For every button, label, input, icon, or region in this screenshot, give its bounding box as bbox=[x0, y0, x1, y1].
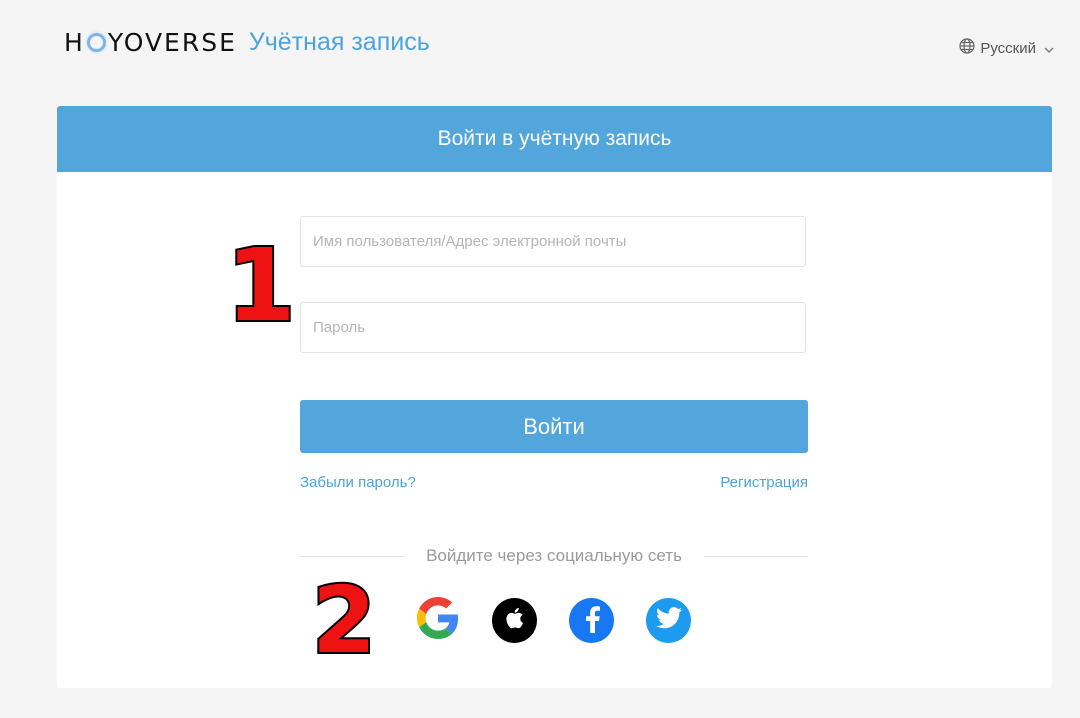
hoyoverse-logo[interactable]: H YOVERSE Учётная запись bbox=[64, 28, 430, 57]
divider-line-left bbox=[300, 555, 405, 557]
password-field-wrapper bbox=[300, 302, 806, 353]
annotation-number-2: 2 bbox=[310, 567, 378, 674]
logo-wordmark: H YOVERSE bbox=[64, 28, 237, 57]
annotation-number-1: 1 bbox=[224, 227, 298, 344]
divider-line-right bbox=[703, 555, 809, 557]
username-input[interactable] bbox=[301, 217, 805, 266]
login-links: Забыли пароль? Регистрация bbox=[300, 474, 808, 491]
twitter-icon bbox=[655, 607, 682, 634]
forgot-password-link[interactable]: Забыли пароль? bbox=[300, 474, 416, 491]
facebook-login-button[interactable] bbox=[569, 598, 614, 643]
register-link[interactable]: Регистрация bbox=[720, 474, 808, 491]
apple-icon bbox=[504, 606, 526, 635]
chevron-down-icon bbox=[1044, 40, 1054, 57]
social-divider: Войдите через социальную сеть bbox=[300, 546, 809, 566]
language-selector[interactable]: Русский bbox=[959, 38, 1054, 58]
password-input[interactable] bbox=[301, 303, 805, 352]
logo-subtitle: Учётная запись bbox=[248, 28, 430, 56]
login-card-header: Войти в учётную запись bbox=[57, 106, 1052, 172]
language-label: Русский bbox=[980, 39, 1036, 57]
google-icon bbox=[416, 597, 459, 644]
logo-ring-icon bbox=[86, 33, 106, 52]
login-card: Войти в учётную запись Войти Забыли паро… bbox=[57, 106, 1052, 688]
google-login-button[interactable] bbox=[415, 597, 460, 644]
twitter-login-button[interactable] bbox=[646, 598, 691, 643]
username-field-wrapper bbox=[300, 216, 806, 267]
globe-icon bbox=[959, 38, 975, 58]
top-bar: H YOVERSE Учётная запись Русский bbox=[0, 0, 1080, 90]
login-button[interactable]: Войти bbox=[300, 400, 808, 453]
login-title: Войти в учётную запись bbox=[437, 127, 672, 150]
facebook-icon bbox=[582, 603, 602, 638]
social-login-row bbox=[415, 597, 691, 644]
apple-login-button[interactable] bbox=[492, 598, 537, 643]
social-divider-text: Войдите через социальную сеть bbox=[426, 546, 682, 565]
